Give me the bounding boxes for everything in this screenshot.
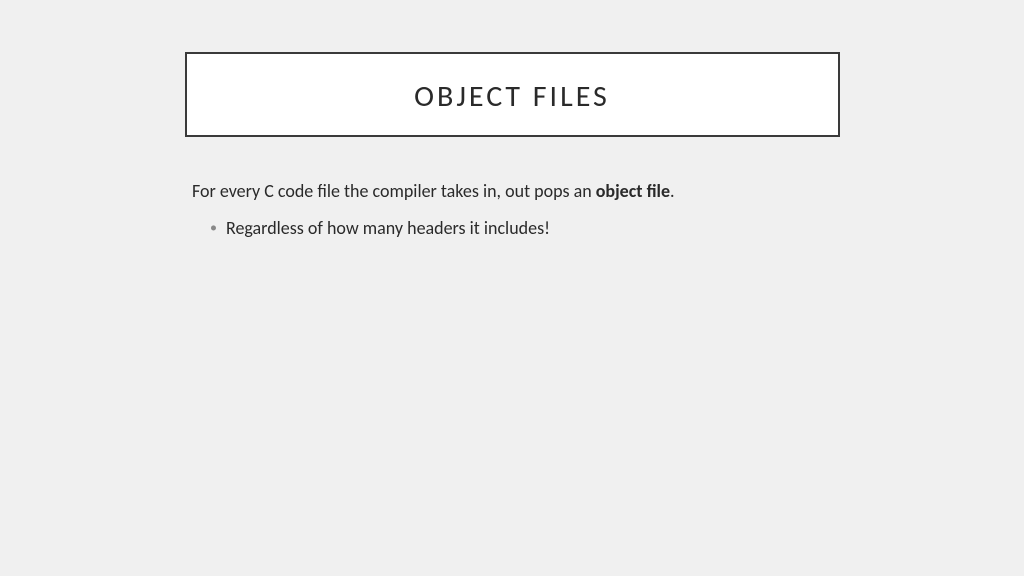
slide: OBJECT FILES For every C code file the c… (0, 0, 1024, 576)
lead-paragraph: For every C code file the compiler takes… (192, 179, 852, 204)
slide-content: For every C code file the compiler takes… (192, 179, 852, 241)
lead-text-post: . (670, 180, 675, 202)
lead-text-pre: For every C code file the compiler takes… (192, 180, 596, 202)
lead-text-bold: object file (596, 180, 670, 202)
title-box: OBJECT FILES (185, 52, 840, 137)
bullet-list: Regardless of how many headers it includ… (192, 216, 852, 241)
slide-title: OBJECT FILES (207, 78, 818, 115)
bullet-item: Regardless of how many headers it includ… (210, 216, 852, 241)
